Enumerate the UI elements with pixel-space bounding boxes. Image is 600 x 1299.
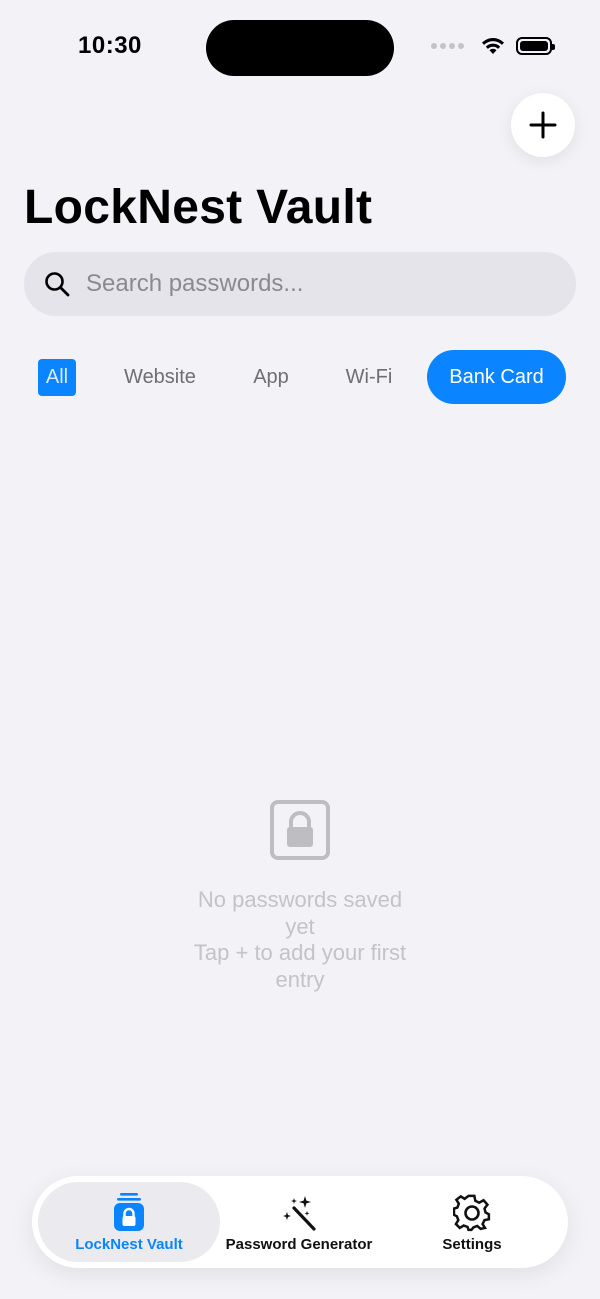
tab-locknest-vault[interactable]: LockNest Vault bbox=[38, 1182, 220, 1262]
search-bar[interactable] bbox=[24, 252, 576, 316]
plus-icon bbox=[529, 111, 557, 139]
dynamic-island bbox=[206, 20, 394, 76]
cellular-signal-icon bbox=[431, 43, 464, 49]
tab-settings[interactable]: Settings bbox=[384, 1182, 560, 1262]
wifi-icon bbox=[480, 36, 506, 56]
vault-lock-icon bbox=[112, 1192, 146, 1232]
magic-wand-icon bbox=[281, 1192, 317, 1232]
empty-state: No passwords saved yet Tap + to add your… bbox=[0, 800, 600, 993]
add-entry-button[interactable] bbox=[511, 93, 575, 157]
filter-chip-bank-card[interactable]: Bank Card bbox=[427, 350, 566, 404]
search-input[interactable] bbox=[84, 269, 528, 299]
filter-chip-wifi[interactable]: Wi-Fi bbox=[332, 350, 406, 404]
empty-state-message: No passwords saved yet Tap + to add your… bbox=[190, 887, 410, 993]
search-icon bbox=[44, 271, 70, 297]
page-title: LockNest Vault bbox=[24, 181, 373, 234]
gear-icon bbox=[453, 1192, 491, 1232]
status-time: 10:30 bbox=[78, 32, 142, 59]
tab-label: Password Generator bbox=[225, 1235, 373, 1253]
tab-label: Settings bbox=[442, 1235, 502, 1253]
tab-password-generator[interactable]: Password Generator bbox=[220, 1182, 378, 1262]
tab-bar: LockNest Vault Password Generator Settin… bbox=[32, 1176, 568, 1268]
empty-state-line-2: Tap + to add your first entry bbox=[193, 940, 407, 992]
filter-chip-all[interactable]: All bbox=[38, 359, 76, 396]
tab-label: LockNest Vault bbox=[75, 1235, 183, 1253]
empty-state-line-1: No passwords saved yet bbox=[197, 887, 403, 939]
status-indicators bbox=[431, 36, 555, 56]
lock-icon bbox=[270, 800, 330, 865]
battery-icon bbox=[516, 37, 555, 55]
filter-chip-app[interactable]: App bbox=[240, 350, 302, 404]
filter-chip-website[interactable]: Website bbox=[110, 350, 210, 404]
filter-row: All Website App Wi-Fi Bank Card bbox=[0, 350, 600, 404]
